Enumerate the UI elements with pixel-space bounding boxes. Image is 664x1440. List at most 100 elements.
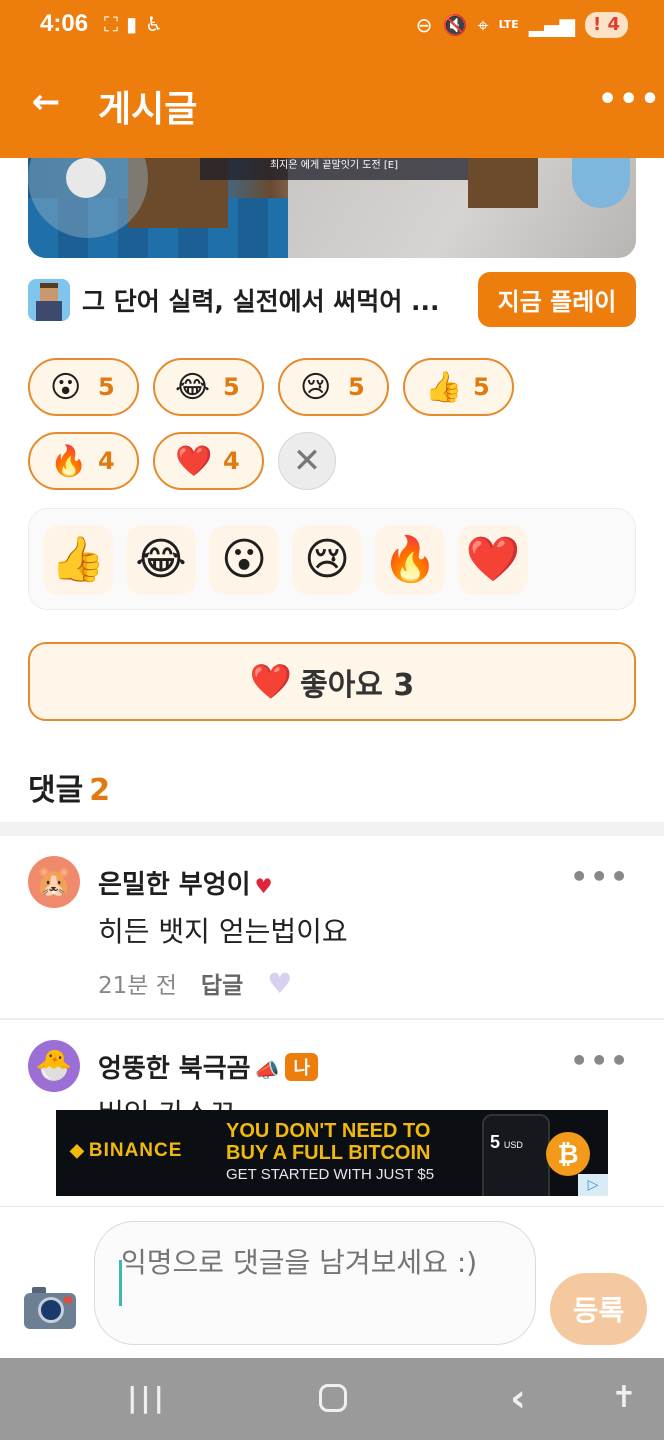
pick-fire-icon[interactable]: 🔥 bbox=[375, 525, 445, 595]
reaction-chip-fire[interactable]: 🔥 4 bbox=[28, 432, 139, 490]
battery-saver-icon: ▮ bbox=[126, 12, 138, 36]
more-options-icon[interactable]: ••• bbox=[598, 82, 660, 126]
comments-label: 댓글 bbox=[28, 773, 84, 808]
recent-apps-icon[interactable]: ||| bbox=[121, 1378, 173, 1418]
heart-icon: ❤️ bbox=[175, 444, 213, 479]
ad-phone-unit: USD bbox=[503, 1140, 523, 1150]
text-cursor bbox=[119, 1260, 122, 1306]
comment-input[interactable] bbox=[94, 1221, 536, 1345]
pick-laughing-face-icon[interactable]: 😂 bbox=[126, 525, 196, 595]
signal-icon: ▂▄▆ bbox=[528, 13, 575, 37]
author-name: 은밀한 부엉이 bbox=[98, 870, 251, 900]
status-time: 4:06 bbox=[40, 10, 89, 37]
system-nav-bar: ||| ‹ ✝ bbox=[0, 1358, 664, 1440]
thumbnail-joystick-knob bbox=[66, 158, 106, 198]
reaction-chip-thumbs-up[interactable]: 👍 5 bbox=[403, 358, 514, 416]
like-label: 좋아요 3 bbox=[300, 667, 415, 703]
reaction-chip-crying[interactable]: 😢 5 bbox=[278, 358, 389, 416]
play-now-button[interactable]: 지금 플레이 bbox=[478, 272, 636, 327]
camera-icon[interactable] bbox=[24, 1287, 76, 1331]
status-right-icons: ⊖ 🔇 ⌖ LTE ▂▄▆ ! 4 bbox=[416, 12, 628, 38]
reaction-count: 4 bbox=[223, 447, 240, 475]
comment-body: 버인 가스끄 bbox=[98, 1092, 236, 1110]
heart-outline-icon[interactable]: ♥ bbox=[267, 967, 292, 1000]
ad-banner[interactable]: ◆ BINANCE YOU DON'T NEED TO BUY A FULL BI… bbox=[56, 1110, 608, 1196]
page-title: 게시글 bbox=[98, 89, 198, 130]
ad-phone-value: 5 bbox=[490, 1132, 501, 1152]
submit-button[interactable]: 등록 bbox=[550, 1273, 647, 1345]
surprised-face-icon: 😮 bbox=[50, 370, 82, 405]
game-row: 그 단어 실력, 실전에서 써먹어 ... 지금 플레이 bbox=[28, 272, 636, 328]
ad-brand-label: BINANCE bbox=[88, 1140, 183, 1161]
ad-headline: YOU DON'T NEED TO BUY A FULL BITCOIN bbox=[226, 1120, 430, 1164]
thumbnail-caption: 최지은 에게 끝말잇기 도전 [E] bbox=[200, 158, 468, 180]
ad-choices-icon[interactable]: ▷ bbox=[578, 1174, 608, 1196]
game-title[interactable]: 그 단어 실력, 실전에서 써먹어 ... bbox=[82, 282, 462, 318]
section-divider bbox=[0, 822, 664, 836]
app-bar: ← 게시글 ••• bbox=[0, 54, 664, 158]
status-left-icons: ⛶ ▮ ♿ bbox=[104, 12, 163, 36]
reaction-count: 5 bbox=[473, 373, 490, 401]
laughing-face-icon: 😂 bbox=[175, 370, 211, 405]
comment-item: 🐣 엉뚱한 북극곰📣나 ••• 버인 가스끄 bbox=[0, 1040, 664, 1110]
fire-icon: 🔥 bbox=[50, 444, 88, 479]
reaction-count: 4 bbox=[98, 447, 115, 475]
thumbs-up-icon: 👍 bbox=[425, 370, 463, 405]
more-options-icon[interactable]: ••• bbox=[570, 1044, 630, 1077]
home-icon[interactable] bbox=[307, 1378, 359, 1418]
more-options-icon[interactable]: ••• bbox=[570, 860, 630, 893]
lte-icon: LTE bbox=[498, 18, 519, 31]
avatar: 🐹 bbox=[28, 856, 80, 908]
pick-heart-icon[interactable]: ❤️ bbox=[458, 525, 528, 595]
bitcoin-icon: ₿ bbox=[546, 1132, 590, 1176]
me-badge: 나 bbox=[285, 1053, 319, 1081]
reply-button[interactable]: 답글 bbox=[201, 966, 243, 1000]
close-icon[interactable]: ✕ bbox=[278, 432, 336, 490]
back-arrow-icon[interactable]: ← bbox=[24, 80, 68, 124]
ad-headline-line: YOU DON'T NEED TO bbox=[226, 1120, 431, 1142]
avatar: 🐣 bbox=[28, 1040, 80, 1092]
comment-item: 🐹 은밀한 부엉이 ♥ ••• 히든 뱃지 얻는법이요 21분 전 답글 ♥ bbox=[0, 856, 664, 1016]
ad-phone-image: 5 USD bbox=[482, 1114, 550, 1196]
notification-badge: ! 4 bbox=[584, 12, 628, 38]
ad-subline: GET STARTED WITH JUST $5 bbox=[226, 1166, 435, 1183]
mute-icon: 🔇 bbox=[442, 13, 468, 37]
pick-surprised-face-icon[interactable]: 😮 bbox=[209, 525, 279, 595]
emoji-picker: 👍 😂 😮 😢 🔥 ❤️ bbox=[28, 508, 636, 610]
thumbnail-block bbox=[468, 158, 538, 208]
pick-crying-face-icon[interactable]: 😢 bbox=[292, 525, 362, 595]
game-avatar bbox=[28, 279, 70, 321]
heart-icon: ❤️ bbox=[249, 661, 293, 702]
screenshot-icon: ⛶ bbox=[104, 12, 118, 36]
reaction-chip-surprised[interactable]: 😮 5 bbox=[28, 358, 139, 416]
reaction-chip-heart[interactable]: ❤️ 4 bbox=[153, 432, 264, 490]
binance-logo-icon: ◆ bbox=[70, 1140, 85, 1160]
ad-brand: ◆ BINANCE bbox=[70, 1140, 182, 1162]
location-icon: ⌖ bbox=[477, 13, 489, 37]
ad-headline-line: BUY A FULL BITCOIN bbox=[226, 1142, 431, 1164]
comment-body: 히든 뱃지 얻는법이요 bbox=[98, 915, 348, 948]
heart-badge-icon: ♥ bbox=[254, 874, 273, 898]
status-bar: 4:06 ⛶ ▮ ♿ ⊖ 🔇 ⌖ LTE ▂▄▆ ! 4 bbox=[0, 0, 664, 54]
accessibility-icon[interactable]: ✝ bbox=[598, 1378, 650, 1418]
comment-divider bbox=[0, 1018, 664, 1020]
crying-face-icon: 😢 bbox=[300, 370, 332, 405]
reaction-chip-laughing[interactable]: 😂 5 bbox=[153, 358, 264, 416]
reaction-count: 5 bbox=[98, 373, 115, 401]
accessibility-icon: ♿ bbox=[145, 12, 163, 36]
game-thumbnail[interactable]: 최지은 에게 끝말잇기 도전 [E] bbox=[28, 158, 636, 258]
like-button[interactable]: ❤️ 좋아요 3 bbox=[28, 642, 636, 721]
megaphone-badge-icon: 📣 bbox=[254, 1058, 280, 1082]
reaction-count: 5 bbox=[223, 373, 240, 401]
comment-input-bar: 등록 bbox=[0, 1206, 664, 1358]
comment-author: 엉뚱한 북극곰 📣 나 bbox=[98, 1048, 319, 1085]
comments-count: 2 bbox=[89, 773, 111, 808]
dnd-icon: ⊖ bbox=[415, 13, 433, 37]
pick-thumbs-up-icon[interactable]: 👍 bbox=[43, 525, 113, 595]
author-name: 엉뚱한 북극곰 bbox=[98, 1054, 251, 1084]
comment-time: 21분 전 bbox=[98, 973, 177, 999]
comments-header: 댓글 2 bbox=[28, 765, 110, 809]
back-icon[interactable]: ‹ bbox=[492, 1378, 544, 1418]
reaction-count: 5 bbox=[348, 373, 365, 401]
comment-author: 은밀한 부엉이 ♥ bbox=[98, 864, 273, 901]
